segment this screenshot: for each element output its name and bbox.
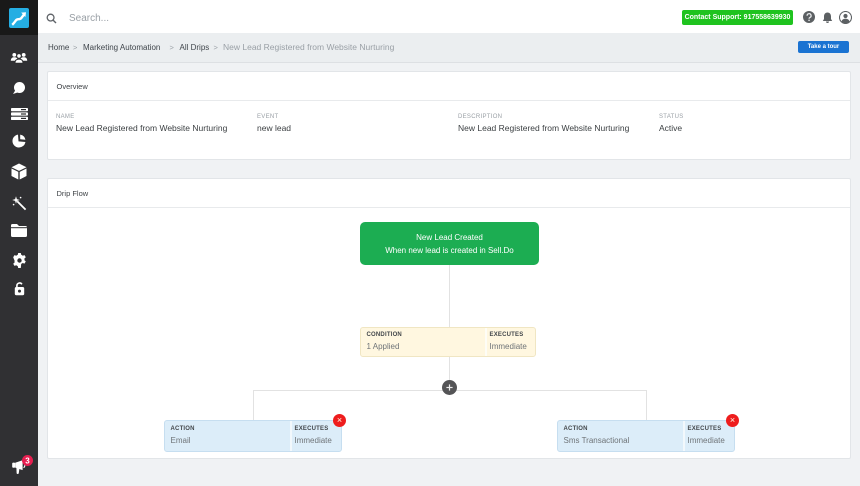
svg-text:3: 3 — [25, 456, 30, 465]
